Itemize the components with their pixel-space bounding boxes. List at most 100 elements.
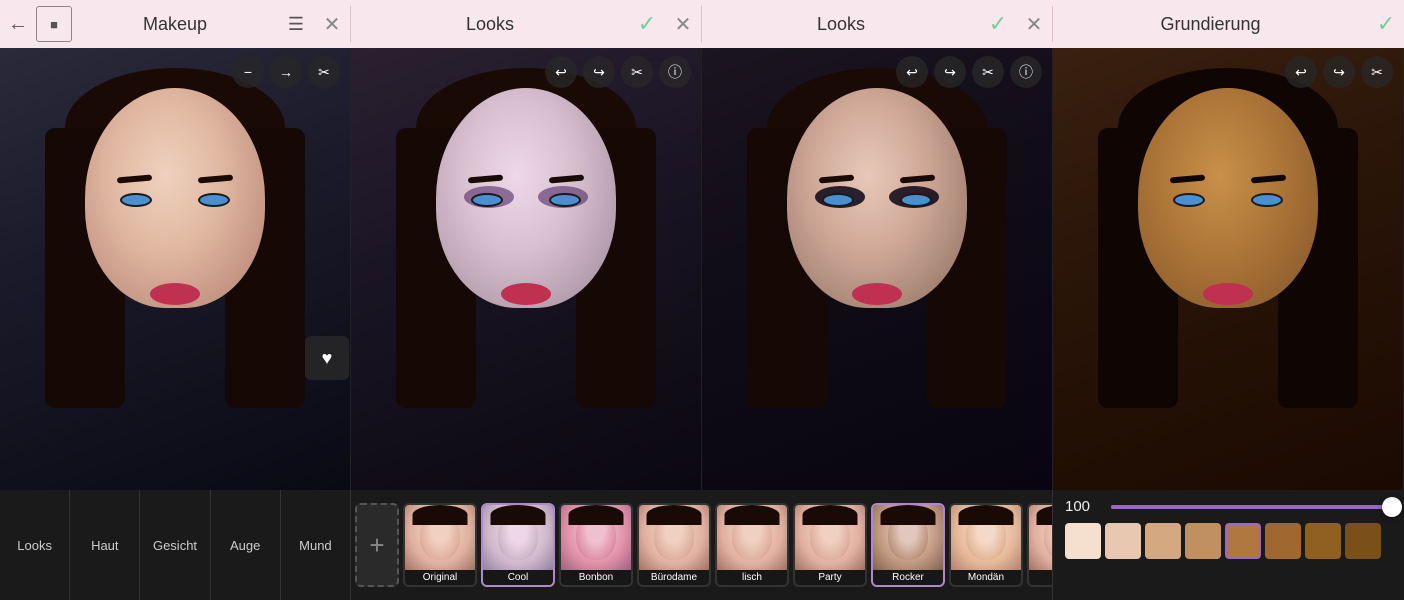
face-bg-1 [0,48,350,490]
look-burodame[interactable]: Bürodame [637,503,711,587]
swatch-5[interactable] [1265,523,1301,559]
look-face-rocker [873,505,943,570]
redo-icon-4[interactable]: ↪ [1323,56,1355,88]
lips-3 [852,283,902,305]
top-bar: ← ■ Makeup ☰ ✕ Looks ✓ ✕ Looks ✓ ✕ Grund… [0,0,1404,48]
add-look-button[interactable]: + [355,503,399,587]
look-face-lisch [717,505,787,570]
lips-4 [1203,283,1253,305]
face-oval-4 [1138,88,1318,308]
panel2-overlay: ↩ ↪ ✂ ⓘ [351,56,701,88]
panel-original: − → ✂ ♥ [0,48,351,490]
look-mondan[interactable]: Mondän [949,503,1023,587]
panel4-title: Grundierung [1053,14,1368,35]
bottom-tabs: Looks Haut Gesicht Auge Mund [0,490,350,600]
redo-icon-3[interactable]: ↪ [934,56,966,88]
undo-icon-2[interactable]: ↩ [545,56,577,88]
panel-cool: ↩ ↪ ✂ ⓘ [351,48,702,490]
undo-icon-3[interactable]: ↩ [896,56,928,88]
crop-icon-4[interactable]: ✂ [1361,56,1393,88]
look-face-40s [1029,505,1053,570]
panel-rocker: ↩ ↪ ✂ ⓘ [702,48,1053,490]
look-bonbon[interactable]: Bonbon [559,503,633,587]
look-label-bonbon: Bonbon [561,570,631,585]
swatch-2[interactable] [1145,523,1181,559]
look-face-cool [483,505,553,570]
bottom-tabs-panel: Looks Haut Gesicht Auge Mund [0,490,351,600]
face-oval-3 [787,88,967,308]
slider-value: 100 [1065,498,1101,515]
info-icon-3[interactable]: ⓘ [1010,56,1042,88]
eye-left-4 [1173,193,1205,207]
eyebrow-left-1 [117,174,152,183]
eye-right-2 [549,193,581,207]
look-label-party: Party [795,570,865,585]
panel2-title: Looks [351,14,629,35]
grid-icon[interactable]: ■ [36,6,72,42]
slider-row: 100 [1065,498,1392,515]
tab-looks[interactable]: Looks [0,490,70,600]
favorite-icon[interactable]: ♥ [305,336,349,380]
list-icon[interactable]: ☰ [278,6,314,42]
lips-1 [150,283,200,305]
eye-left-3 [822,193,854,207]
look-original[interactable]: Original [403,503,477,587]
panel1-close[interactable]: ✕ [314,6,350,42]
look-party[interactable]: Party [793,503,867,587]
crop-icon-2[interactable]: ✂ [621,56,653,88]
tab-auge[interactable]: Auge [211,490,281,600]
panel1-header: ← ■ Makeup ☰ ✕ [0,6,351,42]
look-label-burodame: Bürodame [639,570,709,585]
swatch-4[interactable] [1225,523,1261,559]
eyebrow-right-1 [198,174,233,183]
eye-left-1 [120,193,152,207]
swatch-1[interactable] [1105,523,1141,559]
swatch-3[interactable] [1185,523,1221,559]
redo-icon[interactable]: → [270,56,302,88]
panel2-confirm[interactable]: ✓ [629,6,665,42]
look-face-party [795,505,865,570]
eye-right-4 [1251,193,1283,207]
redo-icon-2[interactable]: ↪ [583,56,615,88]
panel-foundation: ↩ ↪ ✂ [1053,48,1404,490]
panel3-title: Looks [702,14,980,35]
swatch-6[interactable] [1305,523,1341,559]
bottom-area: Looks Haut Gesicht Auge Mund + Original … [0,490,1404,600]
info-icon-2[interactable]: ⓘ [659,56,691,88]
panel4-confirm[interactable]: ✓ [1368,6,1404,42]
back-button[interactable]: ← [0,6,36,42]
look-rocker[interactable]: Rocker [871,503,945,587]
color-swatches [1065,523,1392,559]
panel3-close[interactable]: ✕ [1016,6,1052,42]
look-face-original [405,505,475,570]
minus-icon[interactable]: − [232,56,264,88]
lips-2 [501,283,551,305]
looks-panel: + Original Cool Bonbon [351,490,1053,600]
tab-mund[interactable]: Mund [281,490,350,600]
look-label-cool: Cool [483,570,553,585]
foundation-slider[interactable] [1111,505,1392,509]
panel3-header: Looks ✓ ✕ [702,6,1053,42]
undo-icon-4[interactable]: ↩ [1285,56,1317,88]
look-cool[interactable]: Cool [481,503,555,587]
panel3-confirm[interactable]: ✓ [980,6,1016,42]
face-oval-2 [436,88,616,308]
tab-haut[interactable]: Haut [70,490,140,600]
eyebrow-right-3 [900,174,935,183]
look-40s[interactable]: 40s [1027,503,1053,587]
swatch-7[interactable] [1345,523,1381,559]
tab-gesicht[interactable]: Gesicht [140,490,210,600]
slider-fill [1111,505,1392,509]
eye-left-2 [471,193,503,207]
eye-right-3 [900,193,932,207]
swatch-0[interactable] [1065,523,1101,559]
crop-icon-3[interactable]: ✂ [972,56,1004,88]
slider-thumb[interactable] [1382,497,1402,517]
look-lisch[interactable]: lisch [715,503,789,587]
panel2-close[interactable]: ✕ [665,6,701,42]
crop-icon[interactable]: ✂ [308,56,340,88]
look-label-mondan: Mondän [951,570,1021,585]
eyebrow-right-4 [1251,174,1286,183]
look-face-burodame [639,505,709,570]
eyebrow-left-3 [819,174,854,183]
